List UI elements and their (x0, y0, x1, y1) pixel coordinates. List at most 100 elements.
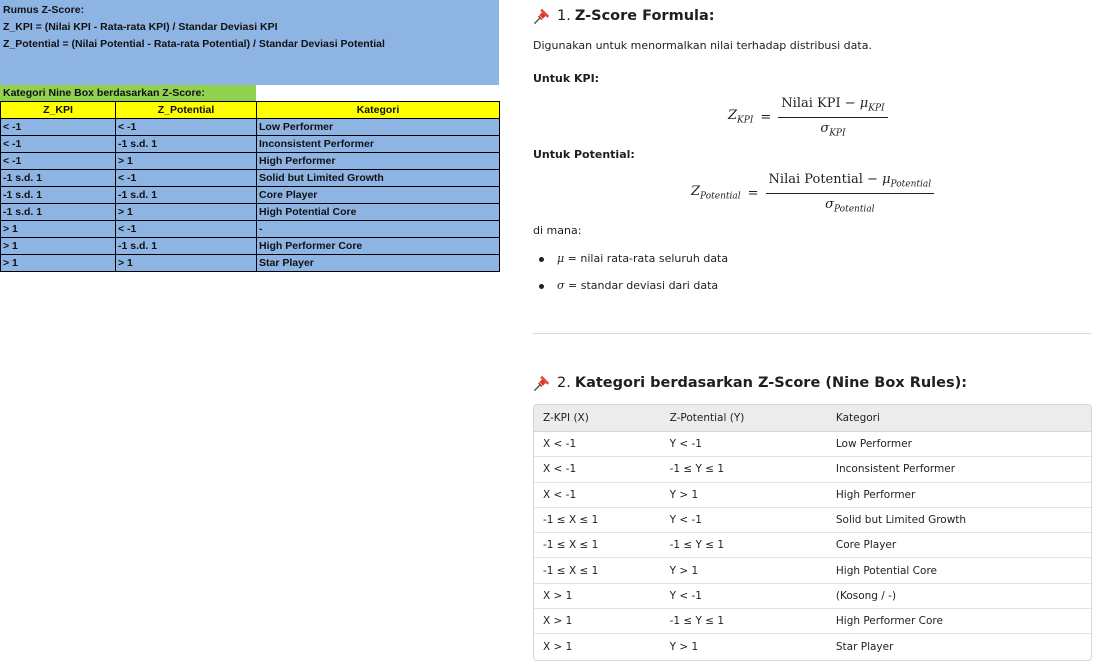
cell-kategori: Solid but Limited Growth (826, 508, 1091, 534)
table-row: -1 ≤ X ≤ 1Y > 1 High Potential Core (534, 558, 1091, 584)
cell-zpotential: -1 ≤ Y ≤ 1 (660, 457, 827, 483)
cell-zkpi: X < -1 (534, 483, 661, 508)
cell-zkpi[interactable]: > 1 (0, 237, 116, 255)
column-header-zpotential: Z-Potential (Y) (660, 405, 827, 432)
grid-header-row: Z_KPI Z_Potential Kategori (0, 101, 500, 119)
cell-zpotential[interactable]: -1 s.d. 1 (115, 237, 257, 255)
cell-kategori: High Performer (826, 483, 1091, 508)
eq-pot-sigma: σ (825, 196, 834, 212)
table-row: > 1 > 1 Star Player (0, 254, 500, 272)
cell-zkpi: X < -1 (534, 432, 661, 458)
cell-kategori[interactable]: - (256, 220, 500, 238)
table-row: X > 1 Y > 1 Star Player (534, 634, 1091, 659)
cell-zpotential[interactable]: > 1 (115, 203, 257, 221)
table-row: < -1 < -1 Low Performer (0, 118, 500, 136)
cell-kategori: Star Player (835, 641, 894, 654)
cell-kategori: High Potential Core (826, 558, 1091, 584)
cell-kategori: Core Player (826, 533, 1091, 559)
cell-zpotential: -1 ≤ Y ≤ 1 (660, 609, 827, 635)
table-row: > 1 -1 s.d. 1 High Performer Core (0, 237, 500, 255)
cell-zpotential: Y < -1 (660, 584, 827, 610)
cell-zkpi: X < -1 (534, 457, 661, 483)
eq-kpi-sigma: σ (820, 120, 830, 136)
header-cell-zpotential[interactable]: Z_Potential (115, 101, 257, 119)
kpi-label: Untuk KPI: (533, 72, 600, 85)
cell-zpotential[interactable]: -1 s.d. 1 (115, 135, 257, 153)
formula-cell[interactable]: Rumus Z-Score: Z_KPI = (Nilai KPI - Rata… (0, 0, 499, 85)
formula-kpi: Z_KPI = (Nilai KPI - Rata-rata KPI) / St… (3, 21, 278, 33)
cell-kategori[interactable]: Low Performer (256, 118, 500, 136)
table-row: X < -1 -1 ≤ Y ≤ 1 Inconsistent Performer (534, 457, 1091, 483)
cell-zkpi: X > 1 (543, 641, 573, 654)
cell-zpotential: Y > 1 (669, 641, 699, 654)
cell-zkpi: -1 ≤ X ≤ 1 (534, 558, 661, 584)
table-row: -1 s.d. 1 > 1 High Potential Core (0, 203, 500, 221)
eq-pot-lhs: Z (691, 184, 701, 200)
table-row: -1 s.d. 1 < -1 Solid but Limited Growth (0, 169, 500, 187)
cell-kategori[interactable]: Core Player (256, 186, 500, 204)
cell-kategori: Low Performer (826, 432, 1091, 458)
divider (533, 333, 1091, 334)
section1-number: 1. (557, 8, 571, 24)
header-cell-kategori[interactable]: Kategori (256, 101, 500, 119)
cell-zkpi[interactable]: -1 s.d. 1 (0, 203, 116, 221)
cell-zpotential: Y < -1 (660, 508, 827, 534)
kpi-equation: ZKPI = Nilai KPI − μKPI σKPI (728, 96, 888, 138)
eq-pot-sigma-sub: Potential (833, 204, 875, 215)
cell-zkpi[interactable]: > 1 (0, 220, 116, 238)
cell-zkpi: X > 1 (534, 609, 661, 635)
cell-zpotential[interactable]: > 1 (115, 152, 257, 170)
cell-zkpi[interactable]: < -1 (0, 152, 116, 170)
cell-kategori[interactable]: High Performer Core (256, 237, 500, 255)
cell-zpotential[interactable]: < -1 (115, 169, 257, 187)
sigma-definition: = standar deviasi dari data (564, 279, 719, 292)
formula-title: Rumus Z-Score: (3, 4, 85, 16)
cell-kategori[interactable]: High Potential Core (256, 203, 500, 221)
table-row: X > 1 -1 ≤ Y ≤ 1 High Performer Core (534, 609, 1091, 635)
cell-zkpi[interactable]: > 1 (0, 254, 116, 272)
potential-label: Untuk Potential: (533, 148, 635, 161)
cell-zkpi[interactable]: -1 s.d. 1 (0, 169, 116, 187)
cell-zkpi: X > 1 (534, 584, 661, 610)
header-cell-zkpi[interactable]: Z_KPI (0, 101, 116, 119)
list-item: σ = standar deviasi dari data (533, 279, 728, 306)
cell-zpotential: Y < -1 (660, 432, 827, 458)
table-row: X < -1 Y < -1 Low Performer (534, 432, 1091, 458)
cell-zkpi: -1 ≤ X ≤ 1 (534, 508, 661, 534)
eq-kpi-sigma-sub: KPI (829, 128, 846, 139)
mu-definition: = nilai rata-rata seluruh data (564, 252, 729, 265)
pushpin-icon (534, 8, 550, 24)
column-header-zkpi: Z-KPI (X) (534, 405, 661, 432)
cell-zpotential[interactable]: > 1 (115, 254, 257, 272)
eq-kpi-numerator: Nilai KPI − (781, 96, 860, 111)
table-row: < -1 > 1 High Performer (0, 152, 500, 170)
list-item: μ = nilai rata-rata seluruh data (533, 252, 728, 279)
cell-kategori[interactable]: Star Player (256, 254, 500, 272)
category-grid: Z_KPI Z_Potential Kategori < -1 < -1 Low P… (0, 101, 500, 272)
cell-zpotential[interactable]: < -1 (115, 220, 257, 238)
eq-pot-lhs-sub: Potential (700, 191, 741, 202)
cell-zpotential: -1 ≤ Y ≤ 1 (660, 533, 827, 559)
table-row: X > 1Y < -1 (Kosong / -) (534, 584, 1091, 610)
cell-zkpi[interactable]: < -1 (0, 118, 116, 136)
column-header-kategori: Kategori (826, 405, 1091, 432)
sigma-symbol: σ (557, 279, 565, 292)
section1-heading: 1. Z-Score Formula: (533, 7, 715, 25)
eq-kpi-mu-sub: KPI (868, 103, 885, 114)
cell-kategori[interactable]: Solid but Limited Growth (256, 169, 500, 187)
cell-zpotential[interactable]: < -1 (115, 118, 257, 136)
cell-zpotential[interactable]: -1 s.d. 1 (115, 186, 257, 204)
nine-box-table: Z-KPI (X) Z-Potential (Y) Kategori X < -… (533, 404, 1092, 661)
cell-kategori: High Performer Core (826, 609, 1091, 635)
section2-title: Kategori berdasarkan Z-Score (Nine Box R… (574, 375, 968, 391)
cell-kategori[interactable]: Inconsistent Performer (256, 135, 500, 153)
cell-zkpi[interactable]: < -1 (0, 135, 116, 153)
eq-pot-numerator: Nilai Potential − (768, 172, 883, 187)
definition-list: μ = nilai rata-rata seluruh data σ = sta… (533, 252, 728, 306)
cell-kategori[interactable]: High Performer (256, 152, 500, 170)
table-row: -1 s.d. 1 -1 s.d. 1 Core Player (0, 186, 500, 204)
cell-zkpi[interactable]: -1 s.d. 1 (0, 186, 116, 204)
where-text: di mana: (533, 224, 582, 237)
category-title-cell[interactable]: Kategori Nine Box berdasarkan Z-Score: (0, 85, 256, 101)
table-header-row: Z-KPI (X) Z-Potential (Y) Kategori (534, 405, 1091, 432)
